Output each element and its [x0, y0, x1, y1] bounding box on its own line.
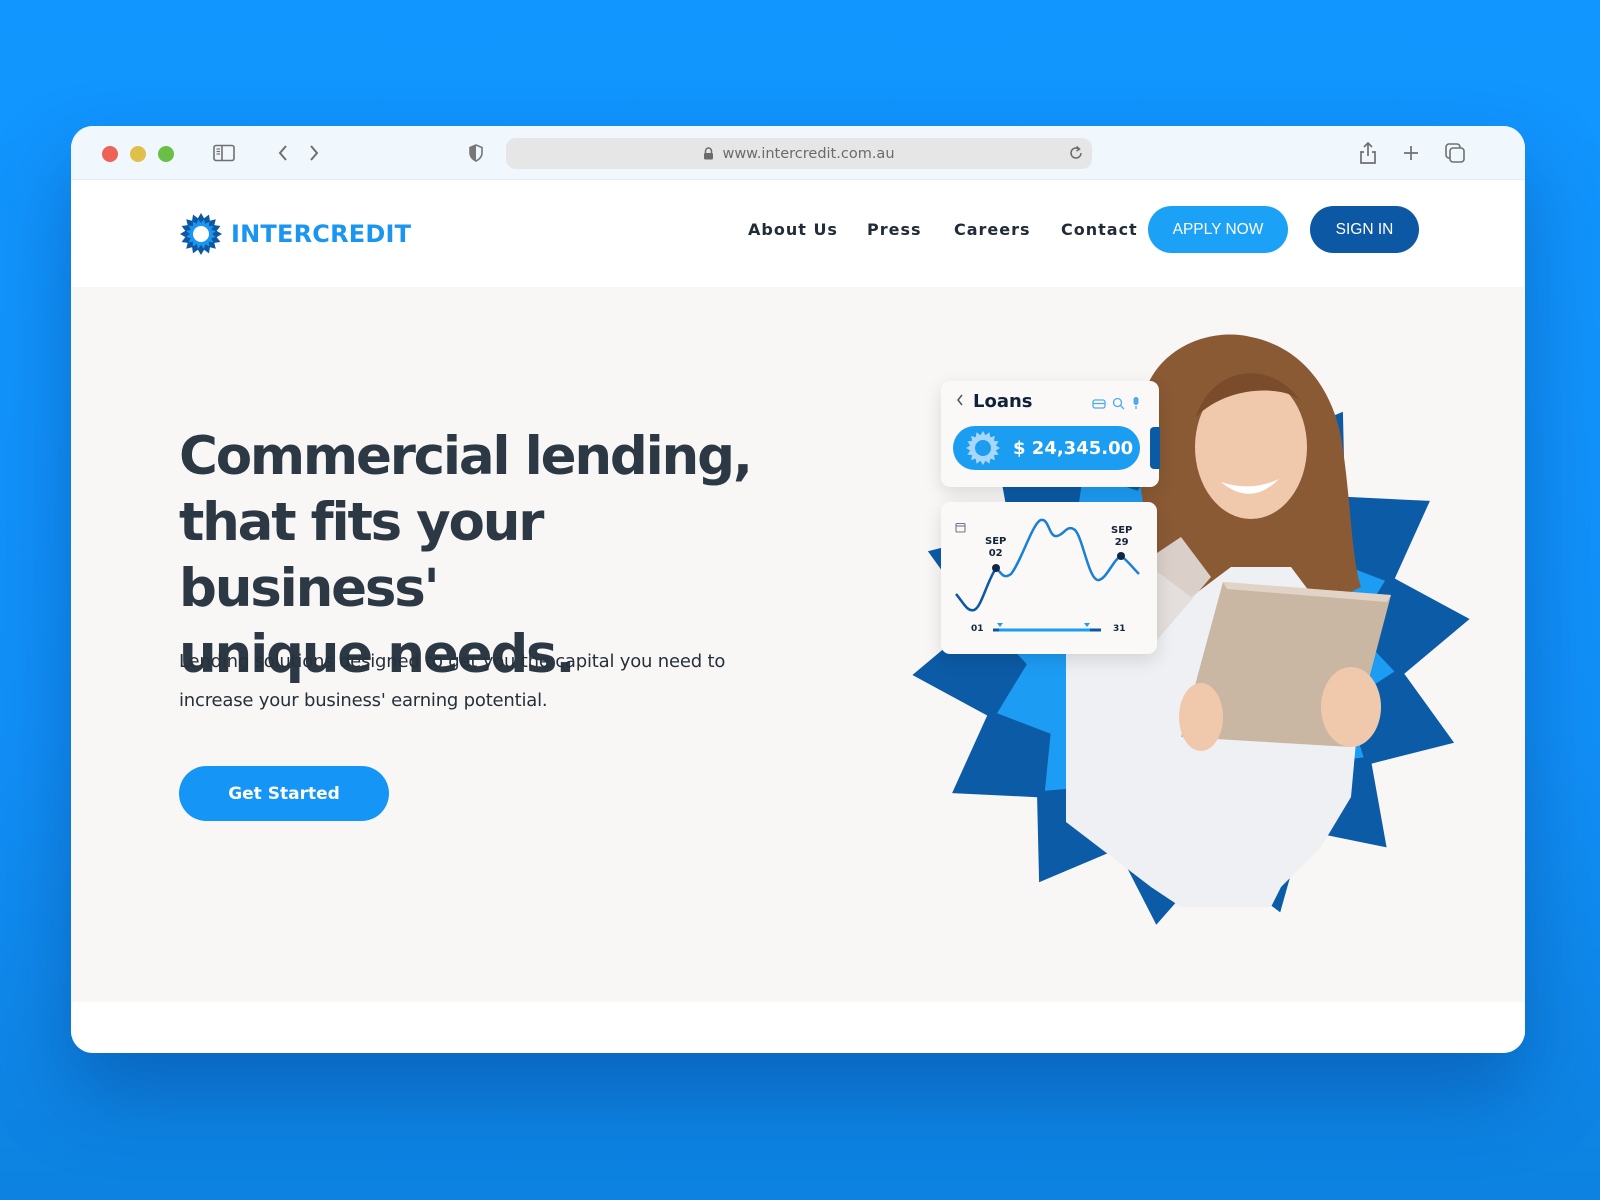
address-bar[interactable]: www.intercredit.com.au — [506, 138, 1092, 169]
apply-now-button[interactable]: APPLY NOW — [1148, 206, 1288, 253]
next-card-tab — [1150, 427, 1160, 469]
back-chevron-icon[interactable] — [955, 392, 965, 411]
reload-icon[interactable] — [1066, 143, 1086, 163]
loans-card: Loans $ 24,345.00 — [941, 381, 1160, 487]
url-text: www.intercredit.com.au — [722, 145, 895, 162]
marker-end-label: SEP 29 — [1111, 525, 1133, 548]
loan-amount: $ 24,345.00 — [1013, 437, 1134, 459]
brand-starburst-icon — [966, 431, 1000, 465]
tabs-overview-icon[interactable] — [1442, 140, 1468, 166]
maximize-window-button[interactable] — [158, 146, 174, 162]
microphone-icon[interactable] — [1131, 395, 1141, 414]
hero-title-line: Commercial lending, — [179, 426, 753, 487]
brand-logo[interactable]: INTERCREDIT — [179, 212, 411, 256]
browser-toolbar: www.intercredit.com.au — [71, 126, 1525, 180]
share-icon[interactable] — [1355, 140, 1381, 166]
forward-icon[interactable] — [301, 140, 327, 166]
brand-starburst-icon — [180, 213, 222, 255]
nav-careers[interactable]: Careers — [954, 220, 1031, 239]
card-icon[interactable] — [1092, 395, 1106, 414]
site-header: INTERCREDIT About Us Press Careers Conta… — [71, 180, 1525, 287]
nav-press[interactable]: Press — [867, 220, 922, 239]
marker-start-point — [992, 564, 1000, 572]
lock-icon — [703, 147, 714, 160]
loans-title: Loans — [973, 391, 1033, 412]
hero-illustration: Loans $ 24,345.00 SEP 02 SEP 29 01 31 — [851, 327, 1511, 947]
hero-subtitle: Lending solutions designed to get you th… — [179, 642, 759, 720]
nav-about-us[interactable]: About Us — [748, 220, 838, 239]
close-window-button[interactable] — [102, 146, 118, 162]
browser-window: www.intercredit.com.au INTERCREDIT About… — [71, 126, 1525, 1053]
range-handle-start — [997, 623, 1003, 627]
hero-subtitle-line: Lending solutions designed to get you th… — [179, 651, 726, 672]
marker-end-point — [1117, 552, 1125, 560]
hero-title-line: that fits your business' — [179, 492, 544, 619]
search-icon[interactable] — [1112, 395, 1125, 414]
sidebar-icon[interactable] — [211, 140, 237, 166]
page-bottom-strip — [71, 1002, 1525, 1053]
get-started-button[interactable]: Get Started — [179, 766, 389, 821]
loan-amount-pill[interactable]: $ 24,345.00 — [953, 426, 1140, 470]
hero-subtitle-line: increase your business' earning potentia… — [179, 690, 548, 711]
trend-line-segment — [955, 567, 998, 612]
marker-start-label: SEP 02 — [985, 536, 1007, 559]
nav-contact[interactable]: Contact — [1061, 220, 1138, 239]
range-handle-end — [1084, 623, 1090, 627]
back-icon[interactable] — [270, 140, 296, 166]
range-end-label: 31 — [1113, 624, 1126, 634]
sign-in-button[interactable]: SIGN IN — [1310, 206, 1419, 253]
new-tab-icon[interactable] — [1398, 140, 1424, 166]
range-start-label: 01 — [971, 624, 984, 634]
brand-name: INTERCREDIT — [231, 220, 412, 248]
hero-section: Commercial lending, that fits your busin… — [71, 287, 1525, 1002]
loan-chart-card: SEP 02 SEP 29 01 31 — [941, 502, 1157, 654]
minimize-window-button[interactable] — [130, 146, 146, 162]
shield-icon[interactable] — [463, 140, 489, 166]
